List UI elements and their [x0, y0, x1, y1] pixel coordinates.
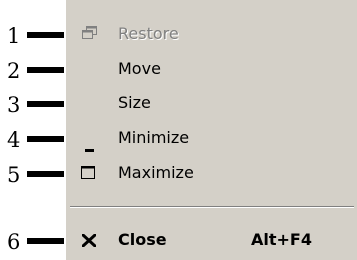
menu-item-label: Move [118, 59, 161, 78]
menu-item-label: Restore [118, 24, 179, 43]
callout-number: 5 [7, 163, 21, 187]
menu-item-label: Size [118, 93, 151, 112]
menu-item-label: Close [118, 230, 167, 249]
callout-number: 1 [7, 24, 21, 48]
callout-number: 3 [7, 93, 21, 117]
menu-item-shortcut: Alt+F4 [251, 230, 312, 249]
menu-item-size[interactable]: Size [65, 87, 357, 119]
menu-separator [70, 206, 354, 208]
menu-item-close[interactable]: Close Alt+F4 [65, 224, 357, 256]
system-menu: Restore Move Size Minimize Maximize Clos… [64, 0, 357, 260]
menu-item-label: Maximize [118, 163, 194, 182]
minimize-icon [85, 140, 95, 158]
callout-number: 4 [7, 128, 21, 152]
callout-number: 6 [7, 230, 21, 254]
menu-item-maximize[interactable]: Maximize [65, 157, 357, 189]
menu-item-label: Minimize [118, 128, 190, 147]
restore-icon [82, 26, 98, 45]
callout-number: 2 [7, 59, 21, 83]
menu-item-restore[interactable]: Restore [65, 18, 357, 50]
menu-item-move[interactable]: Move [65, 53, 357, 85]
menu-item-minimize[interactable]: Minimize [65, 122, 357, 154]
maximize-icon [81, 166, 96, 185]
close-icon [80, 232, 98, 252]
annotated-system-menu: 1 2 3 4 5 6 Restore Move Size Minimize M… [0, 0, 357, 260]
